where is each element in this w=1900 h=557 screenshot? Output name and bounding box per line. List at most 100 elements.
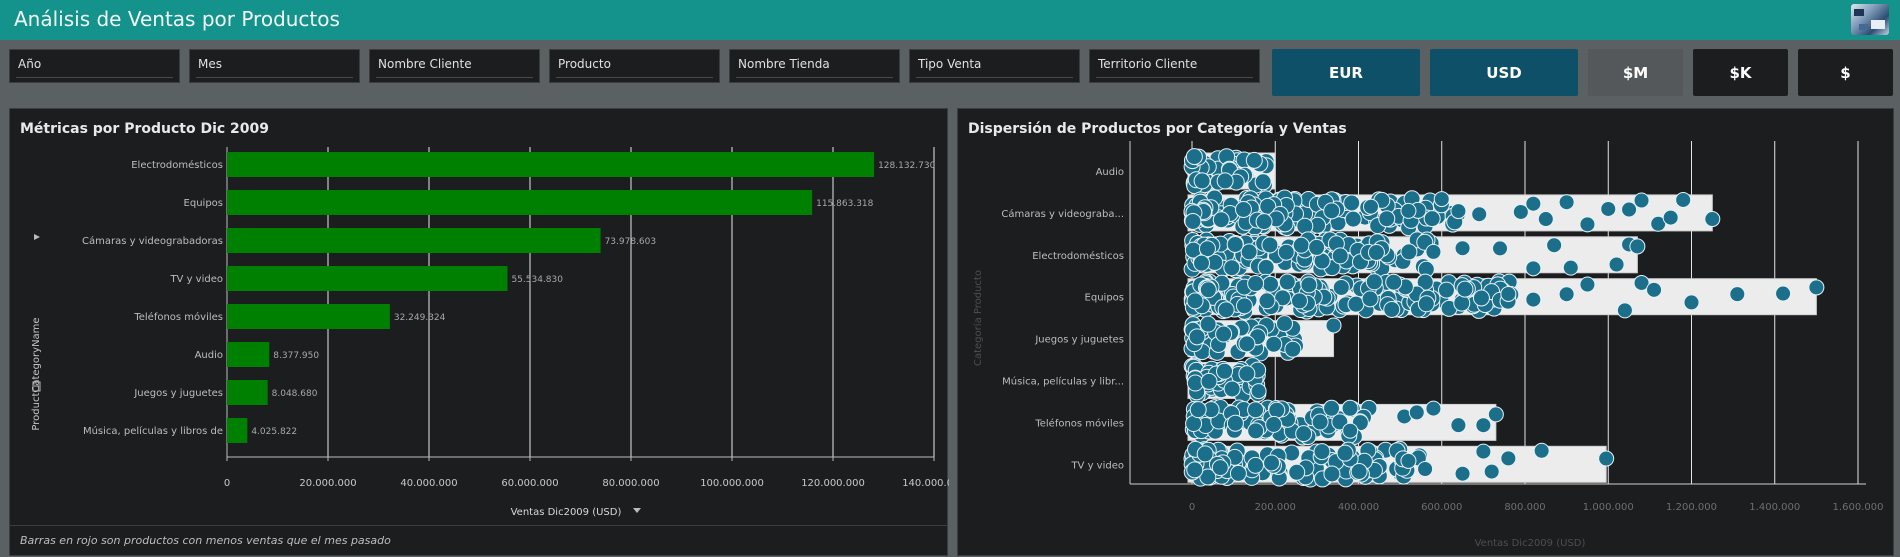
scatter-point[interactable] [1646, 281, 1663, 298]
scatter-point[interactable] [1336, 444, 1354, 462]
scatter-point[interactable] [1229, 464, 1247, 482]
scatter-point[interactable] [1257, 258, 1275, 276]
thousands-button[interactable]: $K [1693, 49, 1788, 96]
scatter-point[interactable] [1378, 210, 1396, 228]
scatter-point[interactable] [1662, 209, 1679, 226]
scatter-point[interactable] [1276, 315, 1294, 333]
scatter-point[interactable] [1400, 243, 1418, 261]
scatter-point[interactable] [1362, 198, 1379, 215]
scatter-point[interactable] [1598, 450, 1615, 467]
scatter-point[interactable] [1365, 273, 1383, 291]
filter-month[interactable]: Mes [189, 49, 360, 83]
scatter-point[interactable] [1200, 372, 1218, 390]
scatter-point[interactable] [1331, 247, 1349, 265]
scatter-point[interactable] [1300, 276, 1318, 294]
scatter-point[interactable] [1347, 295, 1365, 313]
scatter-point[interactable] [1450, 203, 1467, 220]
scatter-point[interactable] [1675, 191, 1692, 208]
scatter-category-label[interactable]: Electrodomésticos [1032, 250, 1124, 262]
scatter-point[interactable] [1525, 291, 1542, 308]
bar[interactable] [227, 380, 268, 405]
bar-category-label[interactable]: Equipos [184, 198, 223, 209]
scatter-category-label[interactable]: Equipos [1085, 293, 1124, 304]
scatter-point[interactable] [1245, 151, 1263, 169]
usd-button[interactable]: USD [1430, 49, 1578, 96]
bar[interactable] [227, 228, 601, 253]
scatter-point[interactable] [1350, 462, 1368, 480]
scatter-point[interactable] [1471, 206, 1488, 223]
scatter-point[interactable] [1262, 275, 1280, 293]
scatter-point[interactable] [1323, 465, 1341, 483]
scatter-point[interactable] [1226, 235, 1244, 253]
scatter-point[interactable] [1323, 399, 1341, 417]
scatter-point[interactable] [1217, 301, 1235, 319]
scatter-point[interactable] [1621, 201, 1638, 218]
scatter-point[interactable] [1367, 243, 1385, 261]
scatter-point[interactable] [1562, 259, 1579, 276]
scatter-point[interactable] [1425, 400, 1442, 417]
scatter-point[interactable] [1295, 425, 1313, 443]
scatter-point[interactable] [1216, 172, 1234, 190]
scatter-point[interactable] [1184, 212, 1202, 230]
scatter-point[interactable] [1475, 417, 1492, 434]
scatter-point[interactable] [1361, 290, 1379, 308]
scatter-point[interactable] [1683, 294, 1700, 311]
scatter-point[interactable] [1246, 456, 1264, 474]
scatter-point[interactable] [1212, 211, 1230, 229]
scatter-point[interactable] [1344, 210, 1362, 228]
scatter-point[interactable] [1475, 443, 1492, 460]
bar-category-label[interactable]: Música, películas y libros de [83, 425, 223, 437]
filter-year[interactable]: Año [9, 49, 180, 83]
scatter-point[interactable] [1323, 202, 1341, 220]
scatter-point[interactable] [1629, 238, 1646, 255]
scatter-point[interactable] [1247, 401, 1265, 419]
scatter-point[interactable] [1579, 276, 1596, 293]
scatter-point[interactable] [1808, 279, 1825, 296]
scatter-point[interactable] [1546, 237, 1563, 254]
scatter-point[interactable] [1193, 254, 1211, 272]
filter-customer[interactable]: Nombre Cliente [369, 49, 540, 83]
scatter-point[interactable] [1235, 297, 1253, 315]
scatter-point[interactable] [1417, 461, 1434, 478]
scatter-point[interactable] [1437, 281, 1455, 299]
scatter-point[interactable] [1487, 406, 1504, 423]
scatter-point[interactable] [1325, 317, 1342, 334]
scatter-point[interactable] [1456, 280, 1474, 298]
filter-product[interactable]: Producto [549, 49, 720, 83]
bar-category-label[interactable]: Electrodomésticos [131, 159, 223, 171]
bar-category-label[interactable]: Cámaras y videograbadoras [82, 235, 223, 247]
scatter-point[interactable] [1226, 414, 1244, 432]
scatter-point[interactable] [1258, 292, 1276, 310]
scatter-point[interactable] [1216, 362, 1234, 380]
scatter-point[interactable] [1433, 191, 1450, 208]
x-axis-dropdown-icon[interactable] [633, 508, 641, 513]
scatter-category-label[interactable]: TV y video [1070, 460, 1124, 471]
scatter-point[interactable] [1265, 415, 1283, 433]
scatter-point[interactable] [1425, 243, 1442, 260]
scatter-category-label[interactable]: Música, películas y libr... [1002, 376, 1124, 388]
scatter-point[interactable] [1311, 413, 1329, 431]
scatter-category-label[interactable]: Cámaras y videograba... [1001, 208, 1124, 220]
scatter-point[interactable] [1292, 236, 1310, 254]
bar-category-label[interactable]: Audio [195, 350, 223, 361]
scatter-point[interactable] [1450, 417, 1467, 434]
scatter-point[interactable] [1729, 286, 1746, 303]
scatter-point[interactable] [1537, 211, 1554, 228]
scatter-point[interactable] [1775, 285, 1792, 302]
scatter-point[interactable] [1308, 238, 1326, 256]
scatter-point[interactable] [1525, 260, 1542, 277]
bar-category-label[interactable]: Teléfonos móviles [133, 311, 223, 323]
scatter-point[interactable] [1186, 461, 1204, 479]
scatter-point[interactable] [1385, 273, 1403, 291]
scatter-point[interactable] [1238, 365, 1256, 383]
scatter-point[interactable] [1265, 335, 1283, 353]
scatter-point[interactable] [1185, 148, 1203, 166]
eur-button[interactable]: EUR [1272, 49, 1420, 96]
scatter-point[interactable] [1533, 442, 1550, 459]
bar[interactable] [227, 190, 813, 215]
bar-category-label[interactable]: TV y video [169, 274, 223, 285]
scatter-category-label[interactable]: Juegos y juguetes [1034, 335, 1124, 346]
scatter-point[interactable] [1500, 450, 1517, 467]
scatter-point[interactable] [1417, 295, 1435, 313]
scatter-point[interactable] [1290, 292, 1308, 310]
